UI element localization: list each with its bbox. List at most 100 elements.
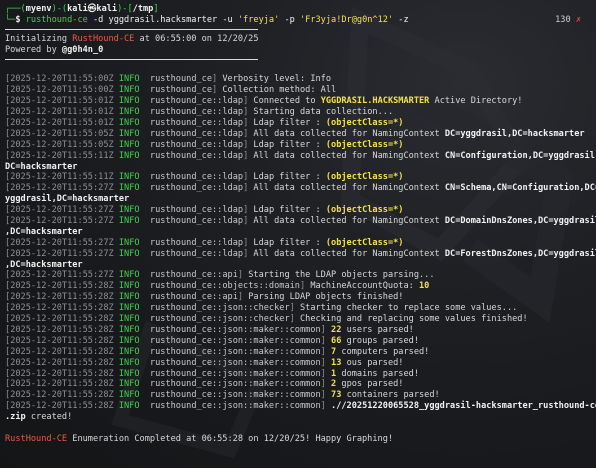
log-line: [2025-12-20T11:55:00Z INFO rusthound_ce]… bbox=[5, 74, 332, 85]
log-line: [2025-12-20T11:55:28Z INFO rusthound_ce:… bbox=[5, 314, 528, 325]
log-module: rusthound_ce bbox=[149, 74, 213, 85]
log-message: Ldap filter : bbox=[253, 237, 326, 248]
log-module: rusthound_ce::json::maker::common bbox=[149, 379, 321, 390]
log-timestamp: 2025-12-20T11:55:28Z bbox=[10, 324, 114, 335]
log-message: Ldap filter : bbox=[253, 118, 326, 129]
log-message: Verbosity level: Info bbox=[222, 74, 332, 85]
log-level: INFO bbox=[118, 74, 140, 85]
log-highlight: 73 bbox=[331, 390, 342, 401]
log-module: rusthound_ce::json::maker::common bbox=[149, 401, 321, 412]
log-line: [2025-12-20T11:55:28Z INFO rusthound_ce:… bbox=[5, 324, 414, 335]
log-line: [2025-12-20T11:55:27Z INFO rusthound_ce:… bbox=[5, 270, 435, 281]
log-module: rusthound_ce::json::maker::common bbox=[149, 390, 321, 401]
log-module: rusthound_ce::json::checker bbox=[149, 303, 290, 314]
log-line-continuation: DC=hacksmarter bbox=[5, 161, 78, 172]
log-timestamp: 2025-12-20T11:55:28Z bbox=[10, 368, 114, 379]
log-level: INFO bbox=[118, 270, 140, 281]
log-module: rusthound_ce::ldap bbox=[149, 128, 244, 139]
author-handle: @g0h4n_0 bbox=[61, 44, 104, 55]
log-message: Starting checker to replace some values.… bbox=[299, 303, 518, 314]
log-level: INFO bbox=[118, 107, 140, 118]
log-message: MachineAccountQuota: bbox=[310, 281, 419, 292]
cross-icon: ✗ bbox=[575, 14, 581, 25]
log-timestamp: 2025-12-20T11:55:28Z bbox=[10, 335, 114, 346]
log-line: [2025-12-20T11:55:27Z INFO rusthound_ce:… bbox=[5, 183, 596, 194]
log-line: [2025-12-20T11:55:00Z INFO rusthound_ce]… bbox=[5, 85, 337, 96]
log-module: rusthound_ce::ldap bbox=[149, 150, 244, 161]
log-timestamp: 2025-12-20T11:55:27Z bbox=[10, 205, 114, 216]
log-line: [2025-12-20T11:55:28Z INFO rusthound_ce:… bbox=[5, 335, 419, 346]
log-message: Ldap filter : bbox=[253, 139, 326, 150]
banner-divider-top bbox=[5, 28, 258, 30]
log-level: INFO bbox=[118, 183, 140, 194]
log-line: [2025-12-20T11:55:28Z INFO rusthound_ce:… bbox=[5, 303, 518, 314]
log-line-continuation: .zip created! bbox=[5, 412, 73, 423]
banner-powered: Powered by @g0h4n_0 bbox=[5, 44, 104, 55]
log-module: rusthound_ce::json::maker::common bbox=[149, 335, 321, 346]
log-timestamp: 2025-12-20T11:55:27Z bbox=[10, 237, 114, 248]
log-message: Starting data collection... bbox=[253, 107, 394, 118]
log-message: All data collected for NamingContext bbox=[253, 216, 445, 227]
log-module: rusthound_ce::ldap bbox=[149, 205, 244, 216]
log-timestamp: 2025-12-20T11:55:28Z bbox=[10, 314, 114, 325]
log-message: Ldap filter : bbox=[253, 205, 326, 216]
log-level: INFO bbox=[118, 172, 140, 183]
command-line[interactable]: └─$ rusthound-ce -d yggdrasil.hacksmarte… bbox=[5, 15, 593, 26]
log-line: [2025-12-20T11:55:28Z INFO rusthound_ce:… bbox=[5, 379, 404, 390]
log-message: Parsing LDAP objects finished! bbox=[248, 292, 404, 303]
log-highlight: 22 bbox=[331, 324, 342, 335]
log-line: [2025-12-20T11:55:01Z INFO rusthound_ce:… bbox=[5, 96, 523, 107]
log-module: rusthound_ce::api bbox=[149, 292, 238, 303]
cwd: /tmp bbox=[132, 4, 154, 14]
log-module: rusthound_ce::ldap bbox=[149, 107, 244, 118]
log-module: rusthound_ce::ldap bbox=[149, 96, 244, 107]
exit-code: 130 bbox=[555, 14, 571, 25]
domain-arg: yggdrasil.hacksmarter bbox=[108, 14, 218, 25]
log-line-continuation: yggdrasil,DC=hacksmarter bbox=[5, 194, 130, 205]
log-module: rusthound_ce bbox=[149, 85, 213, 96]
log-timestamp: 2025-12-20T11:55:28Z bbox=[10, 357, 114, 368]
log-level: INFO bbox=[118, 346, 140, 357]
log-timestamp: 2025-12-20T11:55:11Z bbox=[10, 150, 114, 161]
venv-name: myenv bbox=[25, 4, 52, 14]
log-level: INFO bbox=[118, 401, 140, 412]
log-timestamp: 2025-12-20T11:55:11Z bbox=[10, 172, 114, 183]
log-timestamp: 2025-12-20T11:55:27Z bbox=[10, 216, 114, 227]
log-highlight: (objectClass=*) bbox=[325, 237, 404, 248]
log-module: rusthound_ce::objects::domain bbox=[149, 281, 300, 292]
log-level: INFO bbox=[118, 85, 140, 96]
terminal-window[interactable]: ┌──(myenv)-(kali㉿kali)-[/tmp] └─$ rustho… bbox=[0, 0, 596, 468]
log-level: INFO bbox=[118, 368, 140, 379]
log-module: rusthound_ce::api bbox=[149, 270, 238, 281]
log-line: [2025-12-20T11:55:27Z INFO rusthound_ce:… bbox=[5, 205, 404, 216]
log-line: [2025-12-20T11:55:28Z INFO rusthound_ce:… bbox=[5, 401, 596, 412]
log-level: INFO bbox=[118, 357, 140, 368]
log-message: Connected to bbox=[253, 96, 321, 107]
log-timestamp: 2025-12-20T11:55:00Z bbox=[10, 74, 114, 85]
log-highlight: (objectClass=*) bbox=[325, 205, 404, 216]
log-highlight: 10 bbox=[418, 281, 430, 292]
log-message-tail: groups parsed! bbox=[341, 335, 419, 346]
log-level: INFO bbox=[118, 237, 140, 248]
log-level: INFO bbox=[118, 292, 140, 303]
log-module: rusthound_ce::ldap bbox=[149, 183, 244, 194]
log-level: INFO bbox=[118, 205, 140, 216]
prompt-line-1: ┌──(myenv)-(kali㉿kali)-[/tmp] bbox=[5, 4, 159, 14]
log-highlight: DC=ForestDnsZones,DC=yggdrasil bbox=[444, 248, 596, 259]
log-line: [2025-12-20T11:55:27Z INFO rusthound_ce:… bbox=[5, 237, 404, 248]
log-timestamp: 2025-12-20T11:55:05Z bbox=[10, 139, 114, 150]
log-level: INFO bbox=[118, 281, 140, 292]
log-module: rusthound_ce::ldap bbox=[149, 139, 244, 150]
log-highlight: (objectClass=*) bbox=[325, 118, 404, 129]
log-highlight: .//20251220065528_yggdrasil-hacksmarter_… bbox=[331, 401, 596, 412]
log-level: INFO bbox=[118, 303, 140, 314]
log-message: Collection method: All bbox=[222, 85, 337, 96]
log-highlight: CN=Configuration,DC=yggdrasil, bbox=[444, 150, 596, 161]
log-timestamp: 2025-12-20T11:55:28Z bbox=[10, 281, 114, 292]
log-line: [2025-12-20T11:55:28Z INFO rusthound_ce:… bbox=[5, 346, 430, 357]
log-highlight: 66 bbox=[331, 335, 342, 346]
log-line: [2025-12-20T11:55:27Z INFO rusthound_ce:… bbox=[5, 216, 596, 227]
log-message-tail: domains parsed! bbox=[336, 368, 420, 379]
log-message-tail: gpos parsed! bbox=[336, 379, 404, 390]
log-line: [2025-12-20T11:55:28Z INFO rusthound_ce:… bbox=[5, 281, 430, 292]
